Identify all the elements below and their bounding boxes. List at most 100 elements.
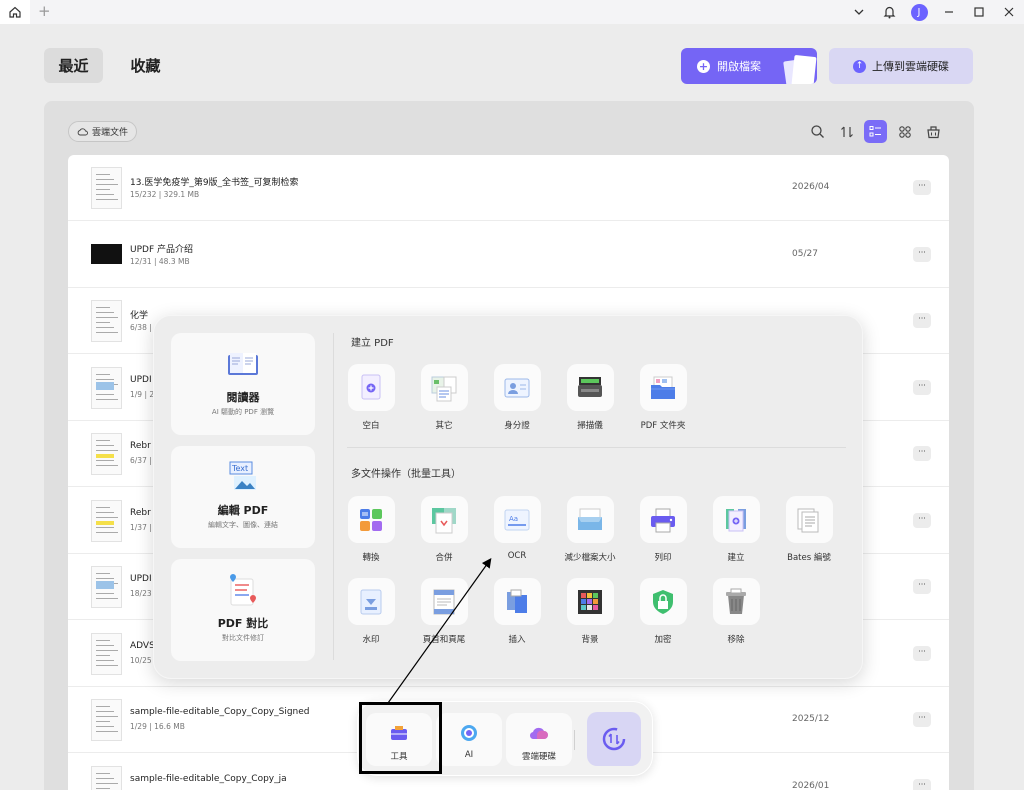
convert-icon — [347, 496, 395, 543]
batch-create-item[interactable]: 建立 — [706, 496, 766, 563]
svg-text:Text: Text — [231, 464, 248, 473]
sort-icon[interactable] — [835, 120, 858, 143]
more-options-icon[interactable]: ··· — [913, 246, 931, 262]
view-toolbar — [806, 120, 945, 143]
trash-basket-icon[interactable] — [922, 120, 945, 143]
batch-print-item[interactable]: 列印 — [633, 496, 693, 563]
blank-page-icon — [347, 364, 395, 411]
minimize-icon[interactable] — [934, 0, 964, 24]
batch-encrypt-item[interactable]: 加密 — [633, 578, 693, 645]
create-blank-item[interactable]: 空白 — [341, 364, 401, 431]
file-meta: 18/23 — [130, 589, 152, 598]
file-meta: 10/25 — [130, 655, 152, 665]
create-pdf-heading: 建立 PDF — [351, 338, 394, 349]
batch-convert-item[interactable]: 轉換 — [341, 496, 401, 563]
maximize-icon[interactable] — [964, 0, 994, 24]
file-thumbnail — [91, 699, 122, 741]
other-files-icon — [420, 364, 468, 411]
avatar: J — [910, 3, 928, 21]
edit-pdf-card[interactable]: Text 編輯 PDF 編輯文字、圖像、連結 — [171, 446, 315, 548]
more-options-icon[interactable]: ··· — [913, 712, 931, 727]
list-view-icon[interactable] — [864, 120, 887, 143]
batch-ocr-label: OCR — [507, 551, 527, 561]
dock-sync-button[interactable] — [587, 712, 641, 766]
batch-bates-item[interactable]: Bates 編號 — [779, 496, 839, 563]
batch-merge-item[interactable]: 合併 — [414, 496, 474, 563]
create-scanner-item[interactable]: 掃描儀 — [560, 364, 620, 431]
file-thumbnail — [91, 243, 122, 264]
create-pdf-folder-item[interactable]: PDF 文件夾 — [633, 364, 693, 431]
home-tab[interactable] — [0, 0, 30, 24]
batch-print-label: 列印 — [654, 553, 672, 563]
file-name: UPDF 产品介绍 — [130, 244, 193, 255]
grid-view-icon[interactable] — [893, 120, 916, 143]
dock-ai-button[interactable]: AI — [436, 713, 502, 766]
upload-arrow-icon: ↑ — [853, 59, 866, 73]
batch-compress-item[interactable]: 減少檔案大小 — [560, 496, 620, 563]
more-options-icon[interactable]: ··· — [913, 446, 931, 461]
cloud-docs-label: 雲端文件 — [92, 128, 129, 138]
chevron-down-icon[interactable] — [844, 0, 874, 24]
home-icon — [9, 6, 21, 18]
reader-card[interactable]: 閱讀器 AI 驅動的 PDF 瀏覽 — [171, 333, 315, 435]
more-options-icon[interactable]: ··· — [913, 645, 931, 661]
batch-remove-item[interactable]: 移除 — [706, 578, 766, 645]
upload-cloud-button[interactable]: ↑ 上傳到雲端硬碟 — [829, 48, 973, 84]
dock-cloud-button[interactable]: 雲端硬碟 — [506, 713, 572, 766]
table-row[interactable]: 13.医学免疫学_第9版_全书签_可复制检索 15/232 | 329.1 MB 2… — [68, 155, 949, 221]
user-avatar-button[interactable]: J — [904, 0, 934, 24]
bell-icon[interactable] — [874, 0, 904, 24]
create-id-card-item[interactable]: 身分證 — [487, 364, 547, 431]
more-options-icon[interactable]: ··· — [913, 379, 931, 395]
file-date: 05/27 — [792, 248, 818, 259]
papers-icon — [781, 54, 817, 84]
file-meta: 15/232 | 329.1 MB — [130, 190, 200, 199]
close-icon[interactable] — [994, 0, 1024, 24]
batch-insert-item[interactable]: 插入 — [487, 578, 547, 645]
batch-background-label: 背景 — [581, 635, 599, 645]
batch-watermark-item[interactable]: 水印 — [341, 578, 401, 645]
tab-recent[interactable]: 最近 — [44, 48, 103, 83]
file-meta: 6/38 | — [130, 323, 152, 332]
search-icon[interactable] — [806, 120, 829, 143]
file-thumbnail — [91, 566, 122, 608]
batch-compress-label: 減少檔案大小 — [564, 553, 616, 563]
batch-background-item[interactable]: 背景 — [560, 578, 620, 645]
create-other-item[interactable]: 其它 — [414, 364, 474, 431]
file-meta: 1/37 | — [130, 522, 152, 532]
file-name: 13.医学免疫学_第9版_全书签_可复制检索 — [130, 178, 299, 188]
table-row[interactable]: UPDF 产品介绍 12/31 | 48.3 MB 05/27 ··· — [68, 222, 949, 288]
background-palette-icon — [566, 578, 614, 625]
book-icon — [228, 353, 258, 375]
create-doc-icon — [712, 496, 760, 543]
reader-title: 閱讀器 — [226, 391, 260, 404]
upload-cloud-label: 上傳到雲端硬碟 — [872, 60, 949, 73]
dock-cloud-label: 雲端硬碟 — [521, 752, 556, 762]
file-thumbnail — [91, 300, 122, 342]
tab-favorites[interactable]: 收藏 — [118, 48, 173, 83]
more-options-icon[interactable]: ··· — [913, 512, 931, 528]
dock-ai-label: AI — [464, 750, 474, 760]
file-name: sample-file-editable_Copy_Copy_ja — [130, 773, 287, 784]
file-thumbnail — [91, 632, 122, 675]
ocr-icon: Aa — [493, 496, 541, 543]
trash-can-icon — [712, 578, 760, 625]
new-tab-plus-icon[interactable]: + — [38, 2, 51, 20]
file-name: ADVS — [130, 640, 155, 651]
create-pdf-folder-label: PDF 文件夾 — [640, 421, 686, 431]
batch-ocr-item[interactable]: Aa OCR — [487, 496, 547, 561]
id-card-icon — [493, 364, 541, 411]
more-options-icon[interactable]: ··· — [913, 313, 931, 328]
more-options-icon[interactable]: ··· — [913, 778, 931, 790]
file-thumbnail — [91, 366, 122, 409]
more-options-icon[interactable]: ··· — [913, 180, 931, 195]
file-name: UPDI — [130, 374, 152, 385]
batch-header-footer-item[interactable]: 頁首和頁尾 — [414, 578, 474, 645]
title-bar: + J — [0, 0, 1024, 24]
cloud-docs-button[interactable]: 雲端文件 — [68, 121, 138, 142]
create-id-card-label: 身分證 — [504, 421, 530, 431]
more-options-icon[interactable]: ··· — [913, 579, 931, 594]
compare-pdf-title: PDF 對比 — [217, 617, 269, 630]
compare-pdf-card[interactable]: PDF 對比 對比文件修訂 — [171, 559, 315, 661]
open-file-button[interactable]: + 開啟檔案 — [681, 48, 817, 84]
